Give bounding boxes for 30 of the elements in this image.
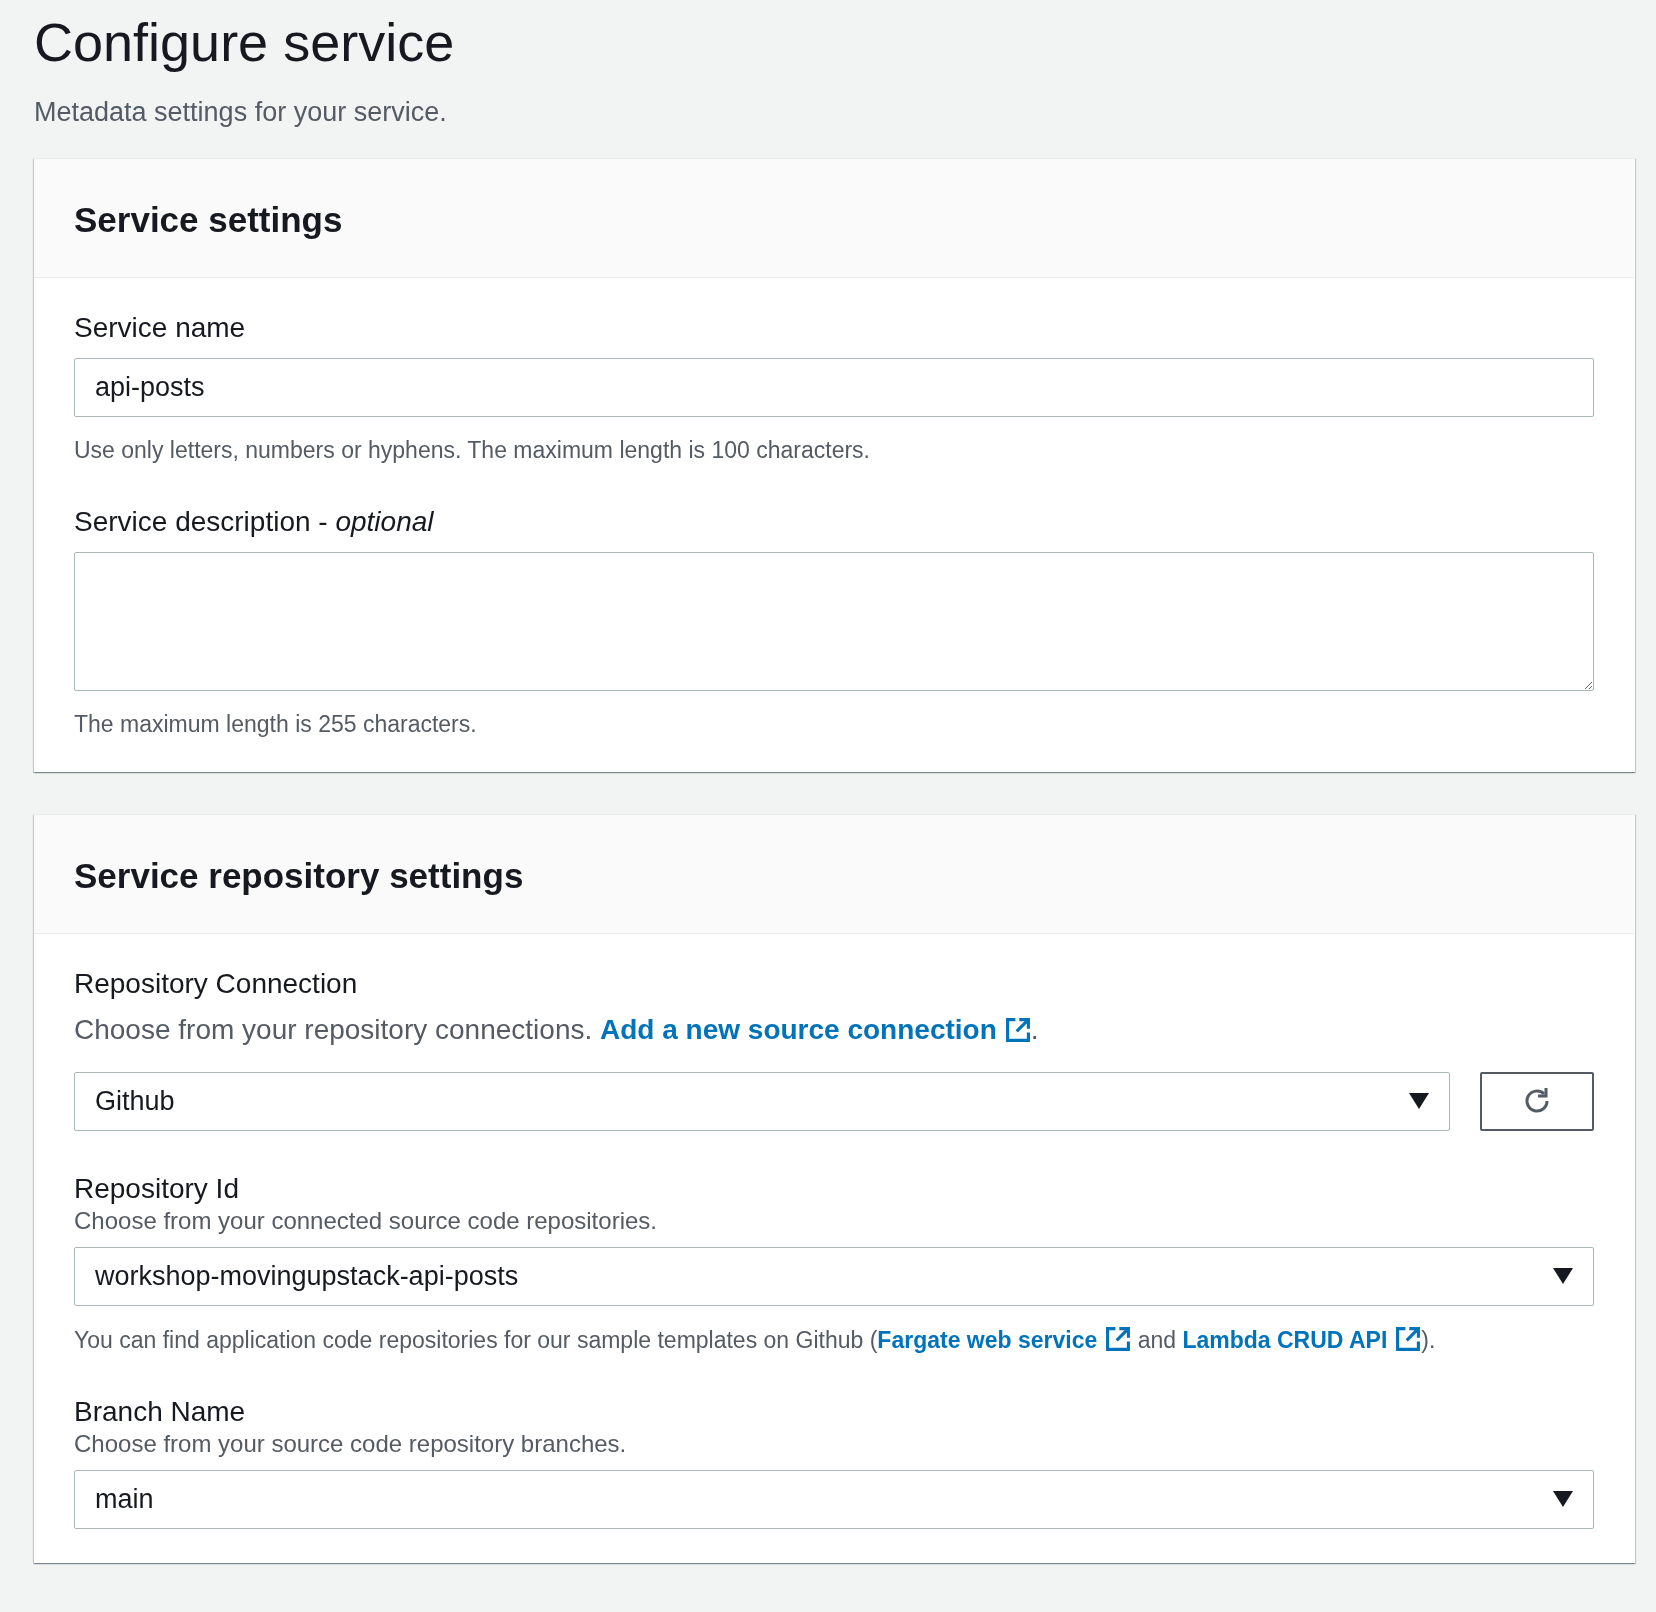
field-label: Service name [74,311,247,344]
select-dropdown[interactable]: workshop-movingupstack-api-posts [74,1246,1594,1306]
link[interactable]: Add a new source connection [600,1013,1031,1045]
field-description: Choose from your source code repository branches. [74,1429,628,1458]
select-dropdown[interactable]: main [74,1469,1594,1529]
field-label: Repository Connection [74,967,359,1000]
panel-title: Service repository settings [74,854,525,897]
help-text: You can find application code repositories for our sample templates on Github (Fargate web service and Lambda CRUD API ). [74,1325,1437,1354]
link[interactable]: Lambda CRUD API [1182,1326,1422,1353]
field-description: Choose from your connected source code repositories. [74,1206,658,1235]
caret-icon [1553,1268,1573,1285]
external-link-icon [1395,1325,1422,1352]
field-description: Choose from your repository connections. Add a new source connection . [74,1013,1040,1046]
page-description: Metadata settings for your service. [34,96,448,128]
textarea-input[interactable] [74,551,1594,691]
help-text: The maximum length is 255 characters. [74,710,478,738]
text-input[interactable]: api-posts [74,357,1594,417]
select-dropdown[interactable]: Github [74,1071,1450,1131]
caret-icon [1553,1491,1573,1508]
refresh-button[interactable] [1480,1071,1594,1131]
field-label: Repository Id [74,1172,240,1205]
field-label: Branch Name [74,1395,247,1428]
panel-title: Service settings [74,198,344,241]
help-text: Use only letters, numbers or hyphens. The maximum length is 100 characters. [74,436,871,464]
caret-icon [1409,1093,1429,1110]
link[interactable]: Fargate web service [877,1326,1132,1353]
page-title: Configure service [34,11,456,74]
external-link-icon [1105,1325,1132,1352]
external-link-icon [1004,1016,1031,1043]
field-label: Service description - optional [74,505,435,538]
